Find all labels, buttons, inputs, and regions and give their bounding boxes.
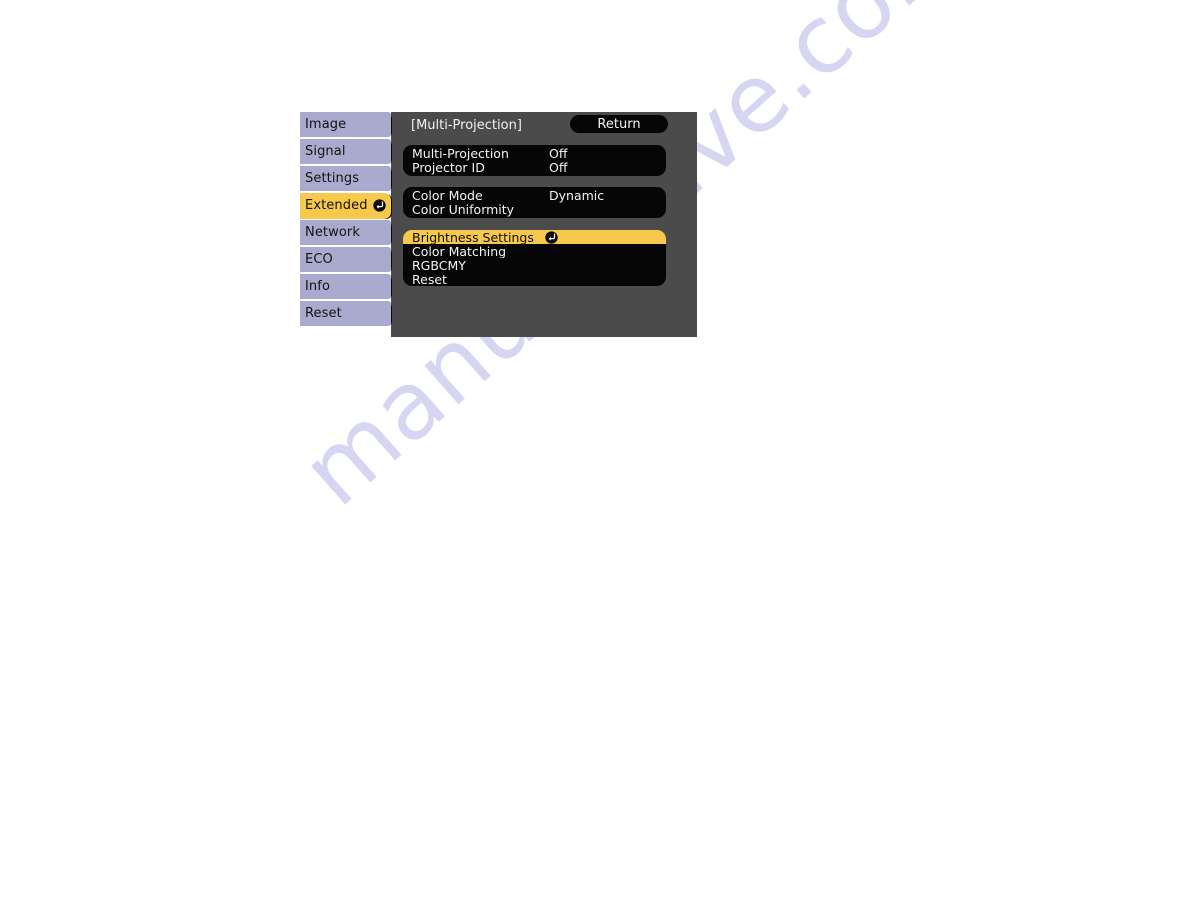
sidebar-item-label: Reset	[305, 306, 342, 321]
enter-key-icon	[373, 199, 386, 212]
menu-row-label: Projector ID	[412, 159, 485, 175]
return-button-label: Return	[597, 116, 641, 132]
sidebar-item-reset[interactable]: Reset	[300, 301, 391, 327]
sidebar-item-label: Network	[305, 225, 360, 240]
menu-row-label: Reset	[412, 271, 447, 287]
menu-row-color-matching[interactable]: Color Matching	[403, 243, 666, 259]
menu-row-label: Color Uniformity	[412, 201, 515, 217]
menu-row-label: Brightness Settings	[412, 229, 534, 245]
page-title: [Multi-Projection]	[411, 117, 522, 133]
sidebar-tab-wrap: Info	[300, 274, 400, 301]
menu-row-reset[interactable]: Reset	[403, 271, 666, 287]
sidebar-item-signal[interactable]: Signal	[300, 139, 391, 165]
sidebar-tab-wrap: Signal	[300, 139, 400, 166]
sidebar-tab-wrap: Network	[300, 220, 400, 247]
sidebar-tab-wrap: Image	[300, 112, 400, 139]
sidebar-item-eco[interactable]: ECO	[300, 247, 391, 273]
osd-content: [Multi-Projection] Return Multi-Projecti…	[403, 112, 685, 288]
menu-row-brightness-settings[interactable]: Brightness Settings	[403, 229, 666, 245]
menu-row-value: Off	[549, 159, 568, 175]
menu-row-label: Multi-Projection	[412, 145, 509, 161]
sidebar-item-label: Extended	[305, 198, 368, 213]
osd-titlebar: [Multi-Projection] Return	[403, 112, 685, 138]
menu-row-rgbcmy[interactable]: RGBCMY	[403, 257, 666, 273]
projector-osd-menu: Image Signal Settings Extended Network E…	[300, 112, 697, 337]
settings-group-color: Color Mode Dynamic Color Uniformity	[403, 187, 666, 218]
menu-row-label: Color Matching	[412, 243, 507, 259]
enter-key-icon	[545, 230, 558, 244]
settings-group-adjustments: Brightness Settings Color Matching RGBCM…	[403, 229, 666, 288]
menu-row-projector-id[interactable]: Projector ID Off	[403, 159, 666, 175]
sidebar-tab-wrap: Extended	[300, 193, 400, 220]
sidebar-item-label: ECO	[305, 252, 333, 267]
menu-row-color-mode[interactable]: Color Mode Dynamic	[403, 187, 666, 203]
menu-row-label: Color Mode	[412, 187, 483, 203]
settings-group-projection: Multi-Projection Off Projector ID Off	[403, 145, 666, 176]
sidebar-item-label: Image	[305, 117, 347, 132]
sidebar-item-label: Settings	[305, 171, 360, 186]
sidebar-item-label: Info	[305, 279, 331, 294]
sidebar-item-label: Signal	[305, 144, 346, 159]
osd-sidebar: Image Signal Settings Extended Network E…	[300, 112, 400, 328]
menu-row-label: RGBCMY	[412, 257, 466, 273]
sidebar-item-network[interactable]: Network	[300, 220, 391, 246]
return-button[interactable]: Return	[570, 115, 668, 133]
sidebar-tab-wrap: Reset	[300, 301, 400, 328]
menu-row-multi-projection[interactable]: Multi-Projection Off	[403, 145, 666, 161]
sidebar-item-extended[interactable]: Extended	[300, 193, 391, 219]
sidebar-item-settings[interactable]: Settings	[300, 166, 391, 192]
menu-row-color-uniformity[interactable]: Color Uniformity	[403, 201, 666, 217]
menu-row-value: Dynamic	[549, 187, 605, 203]
sidebar-tab-wrap: Settings	[300, 166, 400, 193]
menu-row-value: Off	[549, 145, 568, 161]
sidebar-item-info[interactable]: Info	[300, 274, 391, 300]
sidebar-item-image[interactable]: Image	[300, 112, 391, 138]
sidebar-tab-wrap: ECO	[300, 247, 400, 274]
